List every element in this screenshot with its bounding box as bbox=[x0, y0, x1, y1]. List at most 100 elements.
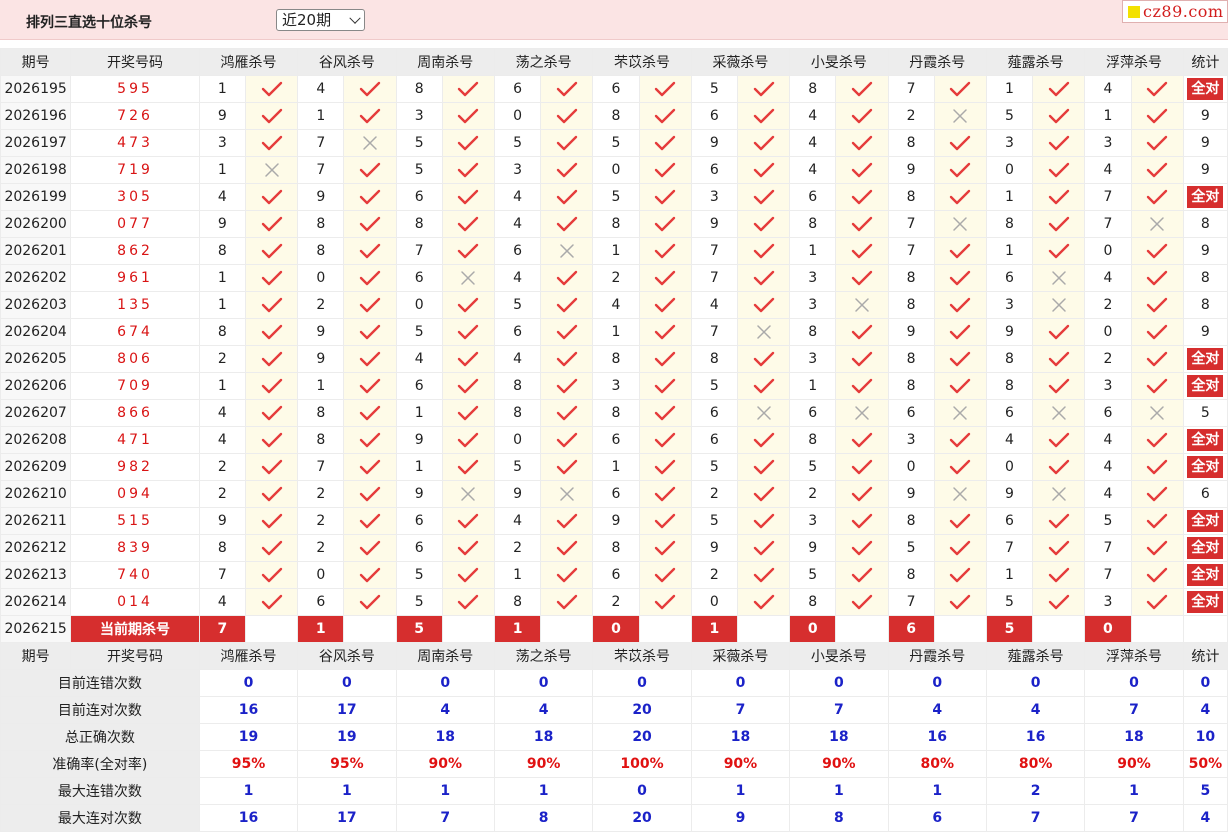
kill-number-cell: 7 bbox=[198, 561, 246, 589]
col-header-expert[interactable]: 荡之杀号 bbox=[493, 642, 594, 670]
summary-value: 20 bbox=[592, 804, 692, 832]
check-icon bbox=[640, 566, 690, 584]
period-select[interactable]: 近20期 bbox=[276, 9, 365, 31]
col-header-expert[interactable]: 谷风杀号 bbox=[297, 48, 397, 76]
header-row: 期号 开奖号码 鸿雁杀号 谷风杀号 周南杀号 荡之杀号 芣苡杀号 采薇杀号 小旻杀号 丹霞杀号 薤露… bbox=[0, 642, 1228, 670]
check-icon bbox=[1034, 242, 1084, 260]
check-icon bbox=[738, 242, 788, 260]
kill-number-cell: 0 bbox=[297, 264, 345, 292]
summary-value: 90% bbox=[1084, 750, 1184, 778]
summary-row: 目前连错次数 0 0 0 0 0 0 0 0 0 0 0 bbox=[0, 669, 1228, 697]
result-mark-cell bbox=[736, 291, 791, 319]
check-icon bbox=[246, 431, 296, 449]
col-header-expert[interactable]: 小旻杀号 bbox=[789, 642, 889, 670]
result-mark-cell bbox=[835, 75, 889, 103]
summary-value: 8 bbox=[789, 804, 889, 832]
col-header-expert[interactable]: 芣苡杀号 bbox=[592, 642, 692, 670]
kill-number-cell: 7 bbox=[1084, 534, 1132, 562]
summary-total: 50% bbox=[1182, 750, 1228, 778]
result-mark-cell bbox=[343, 75, 397, 103]
col-header-expert[interactable]: 荡之杀号 bbox=[493, 48, 594, 76]
kill-number-cell: 8 bbox=[789, 426, 837, 454]
check-icon bbox=[542, 512, 592, 530]
check-icon bbox=[443, 404, 493, 422]
check-icon bbox=[542, 296, 592, 314]
result-mark-cell bbox=[540, 507, 594, 535]
kill-number-cell: 9 bbox=[297, 345, 345, 373]
kill-number-cell: 0 bbox=[395, 291, 443, 319]
check-icon bbox=[246, 107, 296, 125]
col-header-draw: 开奖号码 bbox=[70, 642, 200, 670]
check-icon bbox=[542, 107, 592, 125]
kill-number-cell: 7 bbox=[297, 156, 345, 184]
kill-number-cell: 0 bbox=[1084, 237, 1132, 265]
kill-number-cell: 1 bbox=[985, 561, 1034, 589]
col-header-expert[interactable]: 芣苡杀号 bbox=[592, 48, 692, 76]
check-icon bbox=[640, 215, 690, 233]
cross-icon bbox=[1034, 270, 1084, 286]
summary-label: 目前连错次数 bbox=[0, 669, 200, 697]
col-header-expert[interactable]: 鸿雁杀号 bbox=[198, 48, 299, 76]
result-mark-cell bbox=[244, 561, 299, 589]
all-correct-badge: 全对 bbox=[1187, 186, 1224, 208]
result-mark-cell bbox=[1130, 345, 1184, 373]
col-header-expert[interactable]: 小旻杀号 bbox=[789, 48, 889, 76]
result-mark-cell bbox=[244, 291, 299, 319]
kill-number-cell: 2 bbox=[493, 534, 542, 562]
draw-number-cell: 862 bbox=[70, 237, 200, 265]
result-mark-cell bbox=[1032, 507, 1086, 535]
col-header-expert[interactable]: 采薇杀号 bbox=[690, 642, 791, 670]
result-mark-cell bbox=[244, 480, 299, 508]
result-mark-cell bbox=[441, 588, 495, 616]
col-header-expert[interactable]: 薤露杀号 bbox=[985, 642, 1086, 670]
result-mark-cell bbox=[933, 75, 987, 103]
result-mark-cell bbox=[933, 588, 987, 616]
top-bar: 排列三直选十位杀号 近20期 bbox=[0, 0, 1228, 40]
col-header-expert[interactable]: 薤露杀号 bbox=[985, 48, 1086, 76]
stat-cell: 5 bbox=[1182, 399, 1228, 427]
kill-number-cell: 2 bbox=[592, 264, 640, 292]
kill-number-cell: 5 bbox=[395, 156, 443, 184]
kill-number-cell: 1 bbox=[592, 453, 640, 481]
col-header-expert[interactable]: 谷风杀号 bbox=[297, 642, 397, 670]
result-mark-cell bbox=[540, 480, 594, 508]
col-header-expert[interactable]: 周南杀号 bbox=[395, 48, 495, 76]
col-header-expert[interactable]: 浮萍杀号 bbox=[1084, 642, 1184, 670]
kill-number-cell: 6 bbox=[985, 507, 1034, 535]
result-mark-cell bbox=[1032, 102, 1086, 130]
check-icon bbox=[246, 485, 296, 503]
issue-cell: 2026212 bbox=[0, 534, 72, 562]
correct-count: 8 bbox=[1200, 297, 1210, 313]
header-row: 期号 开奖号码 鸿雁杀号 谷风杀号 周南杀号 荡之杀号 芣苡杀号 采薇杀号 小旻杀号 丹霞杀号 薤露… bbox=[0, 48, 1228, 76]
col-header-expert[interactable]: 采薇杀号 bbox=[690, 48, 791, 76]
col-header-expert[interactable]: 丹霞杀号 bbox=[887, 642, 987, 670]
kill-number-cell: 4 bbox=[1084, 75, 1132, 103]
result-mark-cell bbox=[736, 318, 791, 346]
col-header-expert[interactable]: 丹霞杀号 bbox=[887, 48, 987, 76]
issue-cell: 2026205 bbox=[0, 345, 72, 373]
draw-number-cell: 471 bbox=[70, 426, 200, 454]
result-mark-cell bbox=[1032, 291, 1086, 319]
result-mark-cell bbox=[736, 588, 791, 616]
result-mark-cell bbox=[1032, 372, 1086, 400]
all-correct-badge: 全对 bbox=[1187, 375, 1224, 397]
result-mark-cell bbox=[441, 264, 495, 292]
draw-number-cell: 077 bbox=[70, 210, 200, 238]
site-logo[interactable]: cz89.com bbox=[1122, 0, 1228, 23]
kill-number-cell: 8 bbox=[297, 210, 345, 238]
draw-number-cell: 866 bbox=[70, 399, 200, 427]
summary-value: 0 bbox=[493, 669, 594, 697]
result-mark-cell bbox=[933, 507, 987, 535]
result-mark-cell bbox=[638, 318, 692, 346]
col-header-expert[interactable]: 鸿雁杀号 bbox=[198, 642, 299, 670]
result-mark-cell bbox=[1130, 588, 1184, 616]
col-header-expert[interactable]: 浮萍杀号 bbox=[1084, 48, 1184, 76]
check-icon bbox=[246, 458, 296, 476]
result-mark-cell bbox=[540, 372, 594, 400]
check-icon bbox=[443, 134, 493, 152]
col-header-expert[interactable]: 周南杀号 bbox=[395, 642, 495, 670]
issue-cell: 2026202 bbox=[0, 264, 72, 292]
summary-label: 最大连错次数 bbox=[0, 777, 200, 805]
cross-icon bbox=[1034, 297, 1084, 313]
result-mark-cell bbox=[441, 345, 495, 373]
